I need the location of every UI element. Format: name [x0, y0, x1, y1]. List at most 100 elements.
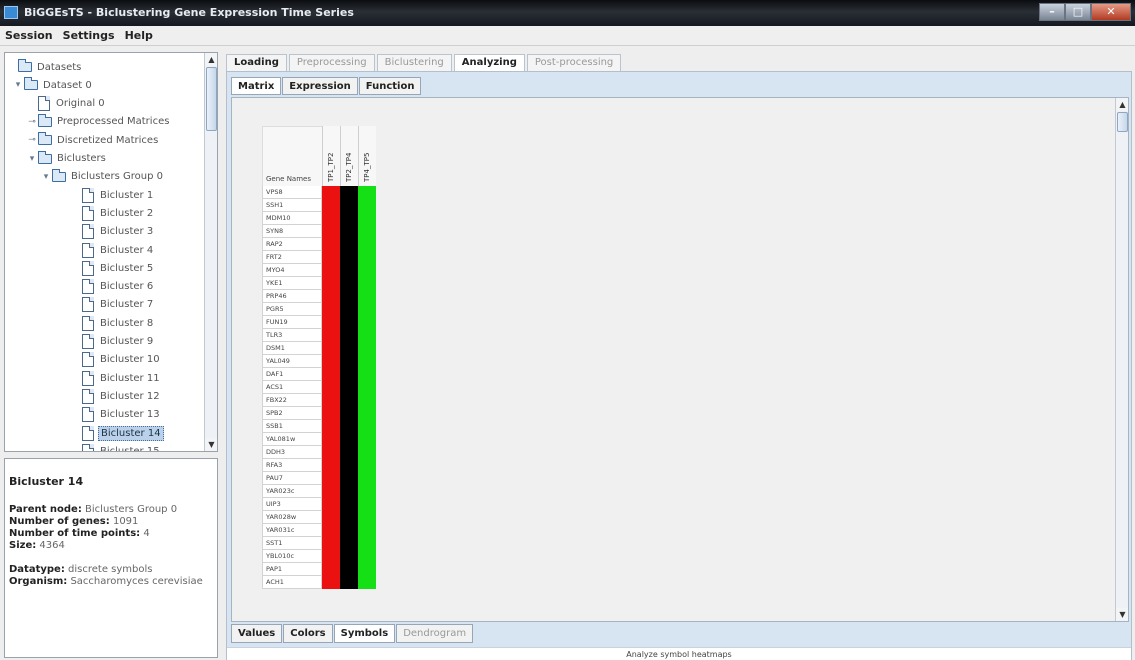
heatmap-cell-red: [322, 290, 340, 303]
heatmap-cell-red: [322, 212, 340, 225]
heatmap-cell-green: [358, 498, 376, 511]
tree-item[interactable]: Bicluster 5: [71, 258, 155, 278]
heatmap-row: FBX22: [262, 394, 378, 407]
expander-icon[interactable]: ⊸: [27, 117, 37, 127]
tree-item[interactable]: Bicluster 1: [71, 185, 155, 205]
heatmap-cell-black: [340, 537, 358, 550]
document-icon: [38, 96, 50, 112]
expander-icon[interactable]: ▾: [41, 172, 51, 182]
expander-icon[interactable]: ▾: [27, 154, 37, 164]
heatmap-cell-green: [358, 563, 376, 576]
heatmap-cell-green: [358, 459, 376, 472]
tree-item[interactable]: Bicluster 4: [71, 240, 155, 260]
gene-name: RAP2: [262, 238, 322, 251]
tree-item[interactable]: Bicluster 6: [71, 277, 155, 297]
document-icon: [82, 352, 94, 368]
gene-name: YAR023c: [262, 485, 322, 498]
subtab-expression[interactable]: Expression: [282, 77, 358, 95]
tree-item[interactable]: Bicluster 10: [71, 350, 162, 370]
tab-analyzing[interactable]: Analyzing: [453, 54, 525, 71]
matrix-scroll-up-icon[interactable]: ▲: [1116, 98, 1128, 111]
tree-item[interactable]: ▾ Dataset 0: [13, 75, 94, 95]
heatmap-cell-green: [358, 225, 376, 238]
menu-help[interactable]: Help: [120, 26, 158, 45]
subtab-matrix[interactable]: Matrix: [231, 77, 282, 95]
menu-session[interactable]: Session: [0, 26, 58, 45]
heatmap-row: DSM1: [262, 342, 378, 355]
heatmap-cell-black: [340, 186, 358, 199]
matrix-scrollbar[interactable]: ▲ ▼: [1115, 98, 1128, 621]
tree-item[interactable]: Bicluster 12: [71, 386, 162, 406]
tab-colors[interactable]: Colors: [283, 624, 333, 643]
maximize-button[interactable]: □: [1065, 3, 1091, 21]
tree-item-label: Bicluster 4: [100, 244, 154, 256]
heatmap-cell-red: [322, 355, 340, 368]
tree-item-label: Bicluster 13: [100, 409, 160, 421]
heatmap-row: YKE1: [262, 277, 378, 290]
subtab-function[interactable]: Function: [358, 77, 422, 95]
tree-item[interactable]: Bicluster 2: [71, 203, 155, 223]
heatmap-cell-red: [322, 420, 340, 433]
tree-item[interactable]: ▾ Biclusters: [27, 149, 108, 169]
tree-item[interactable]: Bicluster 9: [71, 332, 155, 352]
info-parent: Parent node: Biclusters Group 0: [9, 504, 178, 515]
view-mode-tabs: Values Colors Symbols Dendrogram: [231, 624, 474, 644]
heatmap-row: RFA3: [262, 459, 378, 472]
matrix-scroll-down-icon[interactable]: ▼: [1116, 608, 1128, 621]
tab-loading[interactable]: Loading: [226, 54, 287, 71]
heatmap-cell-red: [322, 303, 340, 316]
tree-item[interactable]: Bicluster 7: [71, 295, 155, 315]
heatmap-cell-green: [358, 381, 376, 394]
heatmap-cell-green: [358, 524, 376, 537]
expander-icon[interactable]: ▾: [13, 80, 23, 90]
tree-item[interactable]: ▾ Biclusters Group 0: [41, 167, 165, 187]
tree-item[interactable]: ⊸ Preprocessed Matrices: [27, 112, 171, 132]
heatmap-row: RAP2: [262, 238, 378, 251]
menu-settings[interactable]: Settings: [58, 26, 120, 45]
tree-item-label: Bicluster 8: [100, 317, 154, 329]
document-icon: [82, 425, 94, 441]
gene-name: YBL010c: [262, 550, 322, 563]
heatmap-cell-green: [358, 251, 376, 264]
heatmap-cell-red: [322, 238, 340, 251]
gene-name: PRP46: [262, 290, 322, 303]
gene-name: SSB1: [262, 420, 322, 433]
heatmap-cell-red: [322, 472, 340, 485]
minimize-button[interactable]: –: [1039, 3, 1065, 21]
info-datatype: Datatype: discrete symbols: [9, 564, 153, 575]
matrix-scroll-thumb[interactable]: [1117, 112, 1128, 132]
heatmap-row: FRT2: [262, 251, 378, 264]
heatmap-row: YAR023c: [262, 485, 378, 498]
tree-scrollbar[interactable]: ▲ ▼: [204, 53, 217, 451]
tree-item[interactable]: Datasets: [7, 57, 83, 77]
close-button[interactable]: ✕: [1091, 3, 1131, 21]
tree-item[interactable]: Bicluster 3: [71, 222, 155, 242]
heatmap-cell-black: [340, 303, 358, 316]
gene-name: MDM10: [262, 212, 322, 225]
tree-item[interactable]: Bicluster 14: [71, 423, 164, 443]
scroll-up-icon[interactable]: ▲: [205, 53, 217, 66]
scroll-down-icon[interactable]: ▼: [205, 438, 217, 451]
tab-biclustering: Biclustering: [376, 54, 452, 71]
tree-item[interactable]: Bicluster 11: [71, 368, 162, 388]
tab-symbols[interactable]: Symbols: [333, 624, 396, 643]
heatmap-cell-green: [358, 199, 376, 212]
folder-icon: [18, 59, 32, 72]
gene-name: PAP1: [262, 563, 322, 576]
heatmap-cell-red: [322, 563, 340, 576]
tree-item[interactable]: Bicluster 15: [71, 441, 162, 451]
document-icon: [82, 224, 94, 240]
tab-values[interactable]: Values: [231, 624, 283, 643]
tree-item[interactable]: ⊸ Discretized Matrices: [27, 130, 160, 150]
heatmap-cell-green: [358, 407, 376, 420]
tree-item[interactable]: Original 0: [27, 94, 107, 114]
tree-item[interactable]: Bicluster 13: [71, 405, 162, 425]
document-icon: [82, 334, 94, 349]
heatmap-cell-red: [322, 316, 340, 329]
tree-item[interactable]: Bicluster 8: [71, 313, 155, 333]
expander-icon[interactable]: ⊸: [27, 135, 37, 145]
tree-scroll-thumb[interactable]: [206, 67, 217, 131]
heatmap-row: PGR5: [262, 303, 378, 316]
folder-icon: [24, 77, 38, 91]
heatmap-row: SSB1: [262, 420, 378, 433]
